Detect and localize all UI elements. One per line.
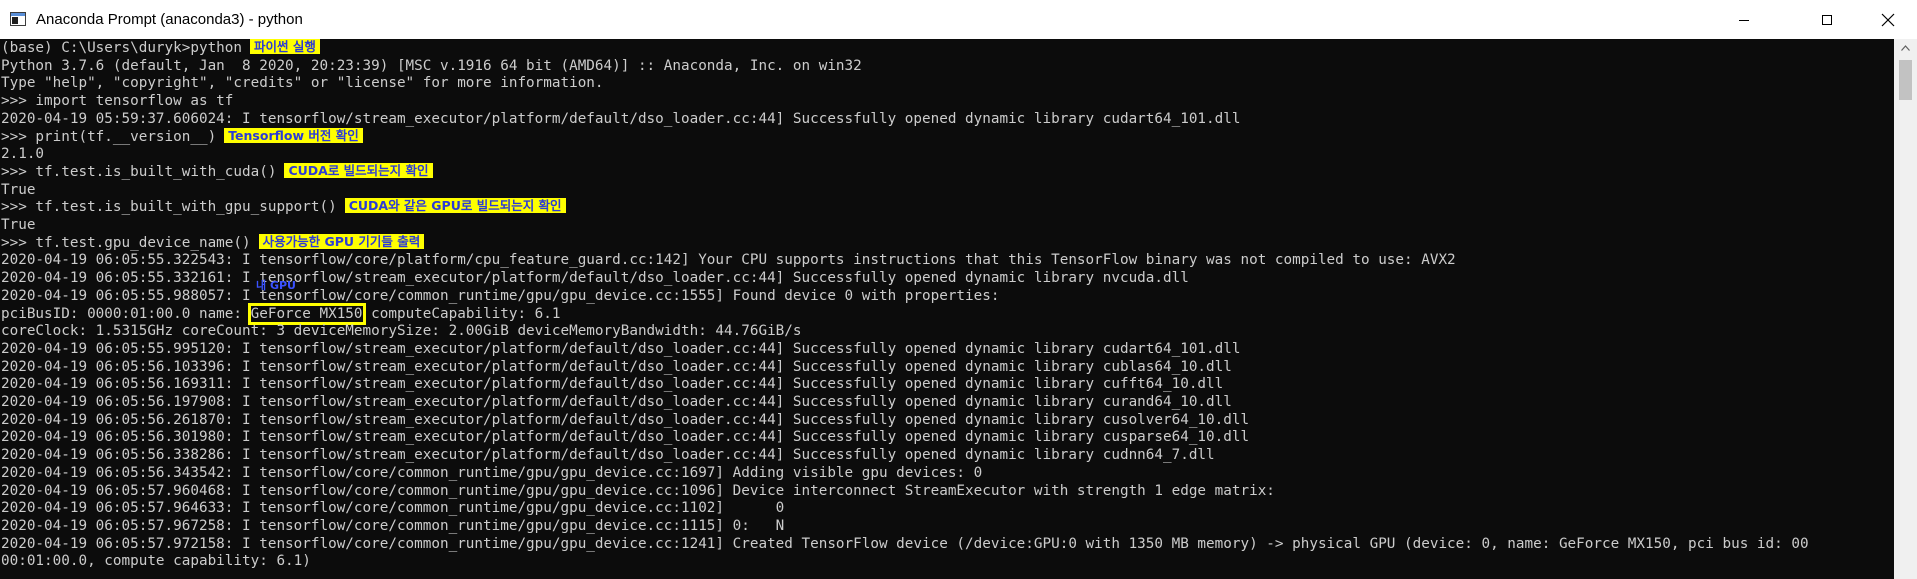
- console-line: 2020-04-19 06:05:57.967258: I tensorflow…: [1, 517, 785, 534]
- console-line-text: >>> print(tf.__version__): [1, 128, 217, 145]
- console-line: Python 3.7.6 (default, Jan 8 2020, 20:23…: [1, 57, 862, 74]
- console-line: Type "help", "copyright", "credits" or "…: [1, 75, 604, 92]
- scrollbar-thumb[interactable]: [1899, 60, 1912, 100]
- console-line: (base) C:\Users\duryk>python 파이썬 실행: [1, 39, 320, 57]
- console-line-text: >>> tf.test.gpu_device_name(): [1, 234, 251, 251]
- console-line: 00:01:00.0, compute capability: 6.1): [1, 553, 311, 570]
- console-line: >>> tf.test.gpu_device_name() 사용가능한 GPU 기…: [1, 233, 425, 252]
- console-line: 2.1.0: [1, 146, 45, 163]
- console-line: 2020-04-19 06:05:56.301980: I tensorflow…: [1, 429, 1250, 446]
- annotation-label: CUDA와 같은 GPU로 빌드되는지 확인: [344, 198, 566, 214]
- console-line-text: (base) C:\Users\duryk>python: [1, 40, 243, 56]
- gpu-name-highlight: GeForce MX150: [247, 302, 366, 325]
- console-line: 2020-04-19 05:59:37.606024: I tensorflow…: [1, 110, 1241, 127]
- console-line: 2020-04-19 06:05:55.988057: I tensorflow…: [1, 287, 1000, 304]
- console-output[interactable]: (base) C:\Users\duryk>python 파이썬 실행 Pytho…: [0, 39, 1894, 579]
- console-line-text: >>> tf.test.is_built_with_cuda(): [1, 163, 277, 180]
- minimize-button[interactable]: [1715, 0, 1773, 39]
- gpu-annotation-note: 내 GPU: [256, 279, 296, 292]
- console-line: 2020-04-19 06:05:57.972158: I tensorflow…: [1, 535, 1809, 552]
- annotation-label: Tensorflow 버전 확인: [224, 127, 363, 143]
- anaconda-prompt-window: Anaconda Prompt (anaconda3) - python (ba…: [0, 0, 1917, 579]
- console-line: >>> tf.test.is_built_with_gpu_support() C…: [1, 198, 566, 216]
- console-line: 2020-04-19 06:05:57.960468: I tensorflow…: [1, 482, 1275, 499]
- console-line: 2020-04-19 06:05:56.343542: I tensorflow…: [1, 464, 983, 481]
- console-line: True: [1, 217, 36, 233]
- console-line: 2020-04-19 06:05:55.322543: I tensorflow…: [1, 252, 1456, 269]
- console-line: 2020-04-19 06:05:57.964633: I tensorflow…: [1, 500, 785, 517]
- annotation-label: 사용가능한 GPU 기기들 출력: [258, 233, 425, 249]
- title-bar[interactable]: Anaconda Prompt (anaconda3) - python: [0, 0, 1917, 39]
- vertical-scrollbar[interactable]: [1894, 39, 1917, 579]
- annotation-label: CUDA로 빌드되는지 확인: [284, 162, 433, 178]
- console-line: 2020-04-19 06:05:56.169311: I tensorflow…: [1, 376, 1224, 393]
- console-line: pciBusID: 0000:01:00.0 name: GeForce MX1…: [1, 302, 561, 325]
- scroll-up-button[interactable]: [1894, 39, 1917, 56]
- close-icon: [1881, 13, 1895, 26]
- chevron-up-icon: [1901, 44, 1910, 51]
- console-line: coreClock: 1.5315GHz coreCount: 3 device…: [1, 323, 802, 340]
- console-line: True: [1, 181, 36, 198]
- annotation-label: 파이썬 실행: [250, 39, 320, 54]
- console-line: >>> print(tf.__version__) Tensorflow 버전 확…: [1, 127, 363, 146]
- console-app-icon: [10, 12, 26, 26]
- console-line: 2020-04-19 06:05:56.197908: I tensorflow…: [1, 394, 1232, 410]
- console-line: 2020-04-19 06:05:55.995120: I tensorflow…: [1, 340, 1241, 357]
- console-line: >>> import tensorflow as tf: [1, 93, 234, 110]
- close-button[interactable]: [1859, 0, 1917, 39]
- console-line-text: >>> tf.test.is_built_with_gpu_support(): [1, 199, 337, 216]
- window-title: Anaconda Prompt (anaconda3) - python: [36, 11, 303, 28]
- minimize-icon: [1739, 19, 1749, 21]
- console-line-text: computeCapability: 6.1: [362, 305, 561, 322]
- console-line: 2020-04-19 06:05:56.261870: I tensorflow…: [1, 411, 1250, 428]
- console-line: 2020-04-19 06:05:56.103396: I tensorflow…: [1, 358, 1232, 375]
- console-line: 2020-04-19 06:05:55.332161: I tensorflow…: [1, 270, 1189, 287]
- console-line-text: pciBusID: 0000:01:00.0 name:: [1, 305, 251, 322]
- maximize-icon: [1822, 14, 1832, 25]
- console-line: 2020-04-19 06:05:56.338286: I tensorflow…: [1, 447, 1215, 464]
- maximize-button[interactable]: [1798, 0, 1856, 39]
- console-line: >>> tf.test.is_built_with_cuda() CUDA로 빌드…: [1, 162, 433, 181]
